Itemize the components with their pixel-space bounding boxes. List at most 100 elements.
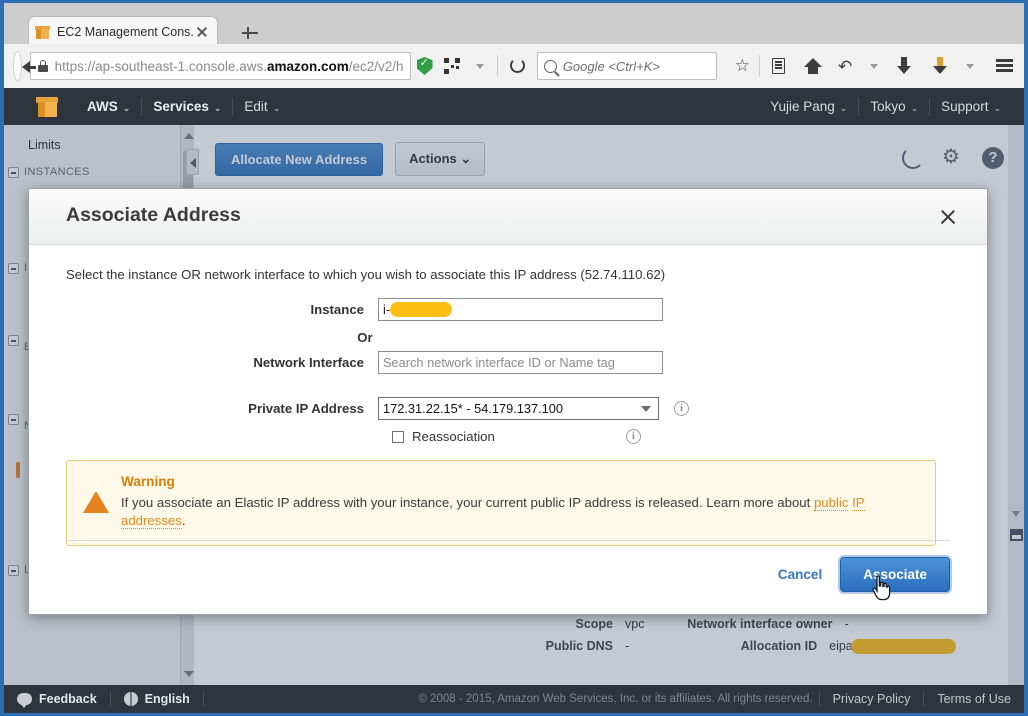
feedback-button[interactable]: Feedback xyxy=(4,692,110,708)
readinglist-icon[interactable] xyxy=(766,53,790,79)
copyright-text: © 2008 - 2015, Amazon Web Services, Inc.… xyxy=(418,693,813,705)
instance-label: Instance xyxy=(310,302,364,317)
nav-support[interactable]: Support ⌄ xyxy=(930,88,1012,125)
feedback-label: Feedback xyxy=(39,692,97,706)
chevron-down-icon: ⌄ xyxy=(910,103,919,113)
nav-aws[interactable]: AWS ⌄ xyxy=(76,88,141,125)
back-icon[interactable] xyxy=(13,51,36,81)
url-suffix: /ec2/v2/h xyxy=(348,58,404,74)
window-border-right xyxy=(1024,0,1028,716)
dialog-intro-text: Select the instance OR network interface… xyxy=(66,267,666,282)
public-ip-link-part1[interactable]: public xyxy=(813,495,849,511)
reload-icon[interactable] xyxy=(505,53,529,79)
nav-services-label: Services xyxy=(153,99,209,114)
dialog-header: Associate Address xyxy=(29,189,987,245)
warning-text: If you associate an Elastic IP address w… xyxy=(121,494,919,530)
tab-close-icon[interactable] xyxy=(193,23,211,41)
reassociation-label: Reassociation xyxy=(412,429,495,444)
download-icon[interactable] xyxy=(894,53,918,79)
nav-region-label: Tokyo xyxy=(870,99,906,114)
undo-icon[interactable]: ↶ xyxy=(834,53,858,79)
home-icon[interactable] xyxy=(800,53,824,79)
dialog-title: Associate Address xyxy=(66,204,241,226)
network-interface-label: Network Interface xyxy=(253,355,364,370)
chevron-down-icon: ⌄ xyxy=(213,103,222,113)
instance-row: Instance i- xyxy=(66,298,950,321)
url-text: https://ap-southeast-1.console.aws.amazo… xyxy=(55,59,404,74)
lock-icon xyxy=(37,59,49,73)
dialog-body: Select the instance OR network interface… xyxy=(29,245,987,546)
close-icon[interactable] xyxy=(935,204,961,230)
new-tab-icon[interactable] xyxy=(240,23,260,43)
instance-value: i- xyxy=(383,302,391,317)
footer-divider xyxy=(202,691,204,707)
nav-edit-label: Edit xyxy=(244,99,268,114)
chevron-down-icon-2[interactable] xyxy=(862,53,886,79)
info-icon[interactable]: i xyxy=(625,429,641,444)
aws-favicon-icon xyxy=(35,25,50,40)
chevron-down-icon: ⌄ xyxy=(272,103,281,113)
chevron-down-icon xyxy=(641,406,651,412)
url-prefix: https://ap-southeast-1.console.aws. xyxy=(54,58,267,74)
chevron-down-icon: ⌄ xyxy=(122,103,131,113)
search-placeholder: Google <Ctrl+K> xyxy=(562,58,660,74)
nav-account[interactable]: Yujie Pang ⌄ xyxy=(759,88,858,125)
chevron-down-icon[interactable] xyxy=(468,53,492,79)
language-button[interactable]: English xyxy=(111,692,203,706)
aws-cube-logo[interactable] xyxy=(36,96,58,118)
private-ip-select[interactable]: 172.31.22.15* - 54.179.137.100 xyxy=(378,397,659,420)
warning-triangle-icon: ! xyxy=(83,474,109,513)
hamburger-menu-icon[interactable] xyxy=(992,53,1016,79)
cancel-button[interactable]: Cancel xyxy=(778,567,822,582)
download-active-icon[interactable] xyxy=(930,53,954,79)
associate-address-dialog: Associate Address Select the instance OR… xyxy=(28,188,988,615)
search-input[interactable]: Google <Ctrl+K> xyxy=(536,52,717,80)
browser-tab[interactable]: EC2 Management Cons... xyxy=(28,16,218,47)
nav-aws-label: AWS xyxy=(87,99,118,114)
window-border-left xyxy=(0,0,4,716)
footer-divider xyxy=(66,540,950,541)
warning-text-part1: If you associate an Elastic IP address w… xyxy=(121,495,814,510)
aws-navbar: AWS ⌄ Services ⌄ Edit ⌄ Yujie Pang ⌄ Tokyo ⌄ … xyxy=(4,88,1024,125)
nav-edit[interactable]: Edit ⌄ xyxy=(233,88,291,125)
address-bar[interactable]: https://ap-southeast-1.console.aws.amazo… xyxy=(29,52,411,80)
nav-region[interactable]: Tokyo ⌄ xyxy=(859,88,929,125)
chevron-down-icon: ⌄ xyxy=(839,103,848,113)
tab-title: EC2 Management Cons... xyxy=(57,25,193,39)
language-label: English xyxy=(144,692,190,706)
speech-bubble-icon xyxy=(17,693,32,708)
network-interface-row: Network Interface Search network interfa… xyxy=(66,351,950,374)
dialog-footer: Cancel Associate xyxy=(66,540,950,592)
nav-support-label: Support xyxy=(941,99,989,114)
redaction-mark xyxy=(390,302,453,317)
or-separator-label: Or xyxy=(357,330,373,345)
reassociation-checkbox[interactable] xyxy=(392,430,404,443)
browser-chrome: EC2 Management Cons... https://ap-southe… xyxy=(0,0,1028,88)
private-ip-label: Private IP Address xyxy=(248,401,364,416)
globe-icon xyxy=(123,692,138,706)
page-footer: Feedback English © 2008 - 2015, Amazon W… xyxy=(4,685,1024,713)
shield-icon[interactable] xyxy=(414,53,438,79)
network-interface-input[interactable]: Search network interface ID or Name tag xyxy=(378,351,663,374)
browser-toolbar: https://ap-southeast-1.console.aws.amazo… xyxy=(4,44,1024,88)
private-ip-value: 172.31.22.15* - 54.179.137.100 xyxy=(383,401,564,416)
tab-strip: EC2 Management Cons... xyxy=(4,3,1024,47)
chevron-down-icon: ⌄ xyxy=(993,103,1001,113)
warning-box: ! Warning If you associate an Elastic IP… xyxy=(66,460,936,546)
instance-input[interactable]: i- xyxy=(378,298,663,321)
private-ip-row: Private IP Address 172.31.22.15* - 54.17… xyxy=(66,397,950,420)
info-icon[interactable]: i xyxy=(674,401,689,416)
privacy-policy-link[interactable]: Privacy Policy xyxy=(820,692,924,706)
nav-services[interactable]: Services ⌄ xyxy=(142,88,232,125)
associate-button[interactable]: Associate xyxy=(840,557,950,592)
qr-icon[interactable] xyxy=(441,53,465,79)
star-icon[interactable]: ☆ xyxy=(731,53,755,79)
nav-account-label: Yujie Pang xyxy=(770,99,835,114)
warning-title: Warning xyxy=(121,474,175,489)
window-border-top xyxy=(0,0,1028,3)
url-domain: amazon.com xyxy=(266,58,349,74)
reassociation-row: Reassociation i xyxy=(392,429,950,444)
search-icon xyxy=(543,59,557,73)
chevron-down-icon-3[interactable] xyxy=(958,53,982,79)
terms-of-use-link[interactable]: Terms of Use xyxy=(924,692,1024,706)
